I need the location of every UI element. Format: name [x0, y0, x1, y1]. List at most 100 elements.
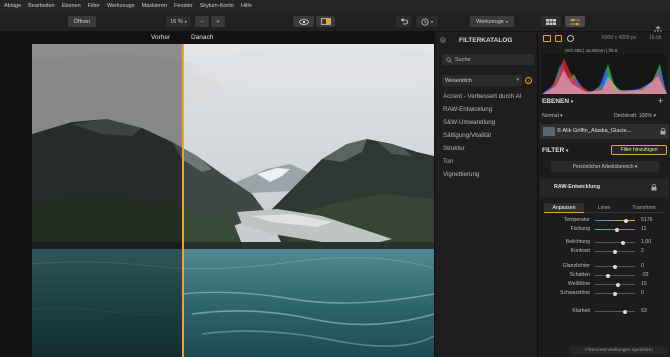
edit-view-button[interactable] [565, 16, 585, 27]
slider-knob[interactable] [613, 249, 618, 254]
tab-transform[interactable]: Transform [624, 203, 664, 213]
menu-item[interactable]: Bearbeiten [28, 3, 55, 9]
layer-row[interactable]: © Alik Griffin_Alaska_Glacie... [540, 124, 669, 139]
landscape-photo [32, 44, 434, 357]
slider-label: Färbung [570, 226, 590, 232]
tools-label: Werkzeuge [476, 18, 504, 25]
catalog-item[interactable]: Vignettierung [443, 171, 479, 178]
save-preset-button[interactable]: Filtervoreinstellungen speichern [570, 346, 668, 355]
slider-knob[interactable] [613, 264, 617, 269]
slider-value: 5176 [641, 217, 653, 223]
workspace-dropdown[interactable]: Persönlicher Arbeitsbereich ▾ [551, 161, 659, 172]
menu-item[interactable]: Werkzeuge [107, 3, 135, 9]
slider-track[interactable] [595, 291, 635, 296]
slider-value: -33 [641, 272, 649, 278]
raw-filter-header[interactable]: RAW-Entwicklung [540, 179, 669, 197]
chevron-down-icon: ▾ [570, 99, 574, 104]
footer: Filtervoreinstellungen speichern [538, 343, 670, 357]
sliders-icon [570, 18, 580, 25]
menu-item[interactable]: Fenster [174, 3, 193, 9]
lock-icon [660, 128, 666, 135]
slider-track[interactable] [595, 273, 635, 278]
compare-toggle-button[interactable] [316, 16, 335, 27]
search-icon [446, 56, 452, 63]
add-filter-button[interactable]: Filter hinzufügen [611, 145, 667, 155]
tools-dropdown[interactable]: Werkzeuge ▾ [470, 16, 514, 27]
slider-track[interactable] [595, 309, 635, 314]
chevron-down-icon: ▾ [184, 19, 187, 24]
photo-canvas[interactable] [32, 44, 434, 357]
info-icon[interactable]: i [525, 77, 532, 84]
lock-icon [651, 184, 657, 191]
slider-value: 0 [641, 290, 644, 296]
chevron-down-icon: ▾ [566, 148, 569, 153]
layers-title[interactable]: EBENEN ▾ [542, 98, 573, 105]
filter-title[interactable]: FILTER ▾ [542, 147, 568, 154]
tab-anpassen[interactable]: Anpassen [544, 203, 584, 213]
zoom-value: 16 % [170, 18, 183, 25]
compare-label-bar: Vorher Danach [32, 32, 434, 44]
add-layer-button[interactable]: + [658, 96, 663, 106]
catalog-item[interactable]: Struktur [443, 145, 465, 152]
menu-item[interactable]: Hilfe [241, 3, 252, 9]
menu-item[interactable]: Filter [88, 3, 100, 9]
slider-knob[interactable] [624, 218, 629, 223]
tab-linse[interactable]: Linse [584, 203, 624, 213]
zoom-in-button[interactable]: + [211, 16, 225, 27]
slider-track[interactable] [595, 218, 635, 223]
category-dropdown[interactable]: Wesentlich ▾ [442, 75, 522, 86]
crop-icon[interactable] [555, 35, 562, 42]
slider-track[interactable] [595, 264, 635, 269]
slider-value: 0 [641, 263, 644, 269]
category-value: Wesentlich [445, 77, 472, 84]
undo-button[interactable] [396, 16, 411, 27]
after-label: Danach [191, 34, 214, 41]
catalog-item[interactable]: RAW-Entwicklung [443, 106, 492, 113]
slider-label: Schwarztöne [560, 290, 590, 296]
slider-track[interactable] [595, 282, 635, 287]
blend-mode-select[interactable]: Normal ▾ [542, 113, 563, 119]
toolbar: Öffnen 16 % ▾ − + ▾ Werkzeuge ▾ [0, 12, 670, 35]
slider-track[interactable] [595, 227, 635, 232]
undo-icon [400, 18, 408, 25]
slider-knob[interactable] [606, 273, 611, 278]
close-icon[interactable]: × [440, 37, 446, 43]
slider-knob[interactable] [623, 309, 628, 314]
zoom-select[interactable]: 16 % ▾ [166, 16, 191, 27]
slider-value: 11 [641, 226, 647, 232]
search-input[interactable]: Suche [442, 54, 534, 65]
chevron-down-icon: ▾ [516, 77, 519, 83]
compare-divider[interactable] [182, 44, 184, 357]
slider-knob[interactable] [615, 227, 620, 232]
menu-item[interactable]: Maskieren [142, 3, 167, 9]
menu-item[interactable]: Skylum-Konto [200, 3, 234, 9]
menu-item[interactable]: Ablage [4, 3, 21, 9]
filter-title-text: FILTER [542, 147, 565, 154]
open-button[interactable]: Öffnen [68, 16, 96, 27]
preview-eye-button[interactable] [293, 16, 314, 27]
image-icon[interactable] [543, 35, 551, 42]
info-circle-icon[interactable] [567, 35, 574, 42]
opacity-select[interactable]: Deckkraft: 100% ▾ [614, 113, 656, 119]
slider-knob[interactable] [613, 291, 617, 296]
slider-knob[interactable] [615, 282, 620, 287]
slider-knob[interactable] [621, 240, 625, 245]
catalog-item[interactable]: S&W-Umwandlung [443, 119, 495, 126]
slider-label: Glanzlichter [562, 263, 590, 269]
slider-value: 1,00 [641, 239, 652, 245]
history-button[interactable]: ▾ [416, 16, 438, 27]
catalog-title: FILTERKATALOG [459, 37, 513, 44]
slider-label: Temperatur [563, 217, 590, 223]
slider-track[interactable] [595, 240, 635, 245]
browser-view-button[interactable] [541, 16, 561, 27]
zoom-out-button[interactable]: − [195, 16, 209, 27]
before-label: Vorher [151, 34, 171, 41]
slider-value: 2 [641, 248, 644, 254]
clock-icon [421, 17, 429, 26]
catalog-item[interactable]: Accent - Verbessert durch AI [443, 93, 521, 100]
grid-icon [546, 18, 556, 25]
slider-track[interactable] [595, 249, 635, 254]
catalog-item[interactable]: Ton [443, 158, 453, 165]
menu-item[interactable]: Ebenen [62, 3, 81, 9]
catalog-item[interactable]: Sättigung/Vitalität [443, 132, 491, 139]
